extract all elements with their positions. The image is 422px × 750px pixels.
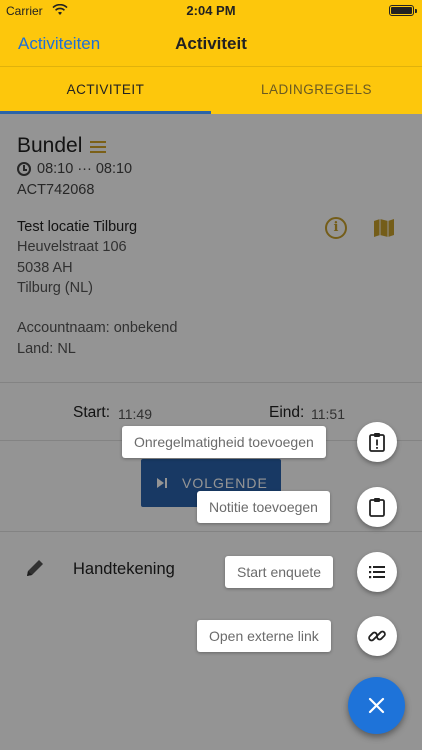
fab-label-survey[interactable]: Start enquete <box>225 556 334 588</box>
status-time: 2:04 PM <box>186 3 236 18</box>
link-icon <box>368 630 386 642</box>
nav-bar: Activiteiten Activiteit <box>0 22 422 66</box>
add-note-button[interactable] <box>357 487 397 527</box>
list-icon <box>369 566 385 579</box>
open-external-link-button[interactable] <box>357 616 397 656</box>
clipboard-icon <box>369 498 385 517</box>
tab-ladingregels[interactable]: LADINGREGELS <box>211 67 422 115</box>
fab-label-note[interactable]: Notitie toevoegen <box>197 491 330 523</box>
close-fab-button[interactable] <box>348 677 405 734</box>
tab-activiteit[interactable]: ACTIVITEIT <box>0 67 211 115</box>
start-survey-button[interactable] <box>357 552 397 592</box>
fab-label-irregularity[interactable]: Onregelmatigheid toevoegen <box>122 426 326 458</box>
page-title: Activiteit <box>175 34 247 53</box>
tab-bar: ACTIVITEIT LADINGREGELS <box>0 66 422 114</box>
add-irregularity-button[interactable] <box>357 422 397 462</box>
clipboard-alert-icon <box>369 433 385 452</box>
fab-label-external-link[interactable]: Open externe link <box>197 620 331 652</box>
battery-icon <box>389 5 417 16</box>
status-bar: Carrier 2:04 PM <box>0 0 422 22</box>
close-icon <box>368 697 385 714</box>
